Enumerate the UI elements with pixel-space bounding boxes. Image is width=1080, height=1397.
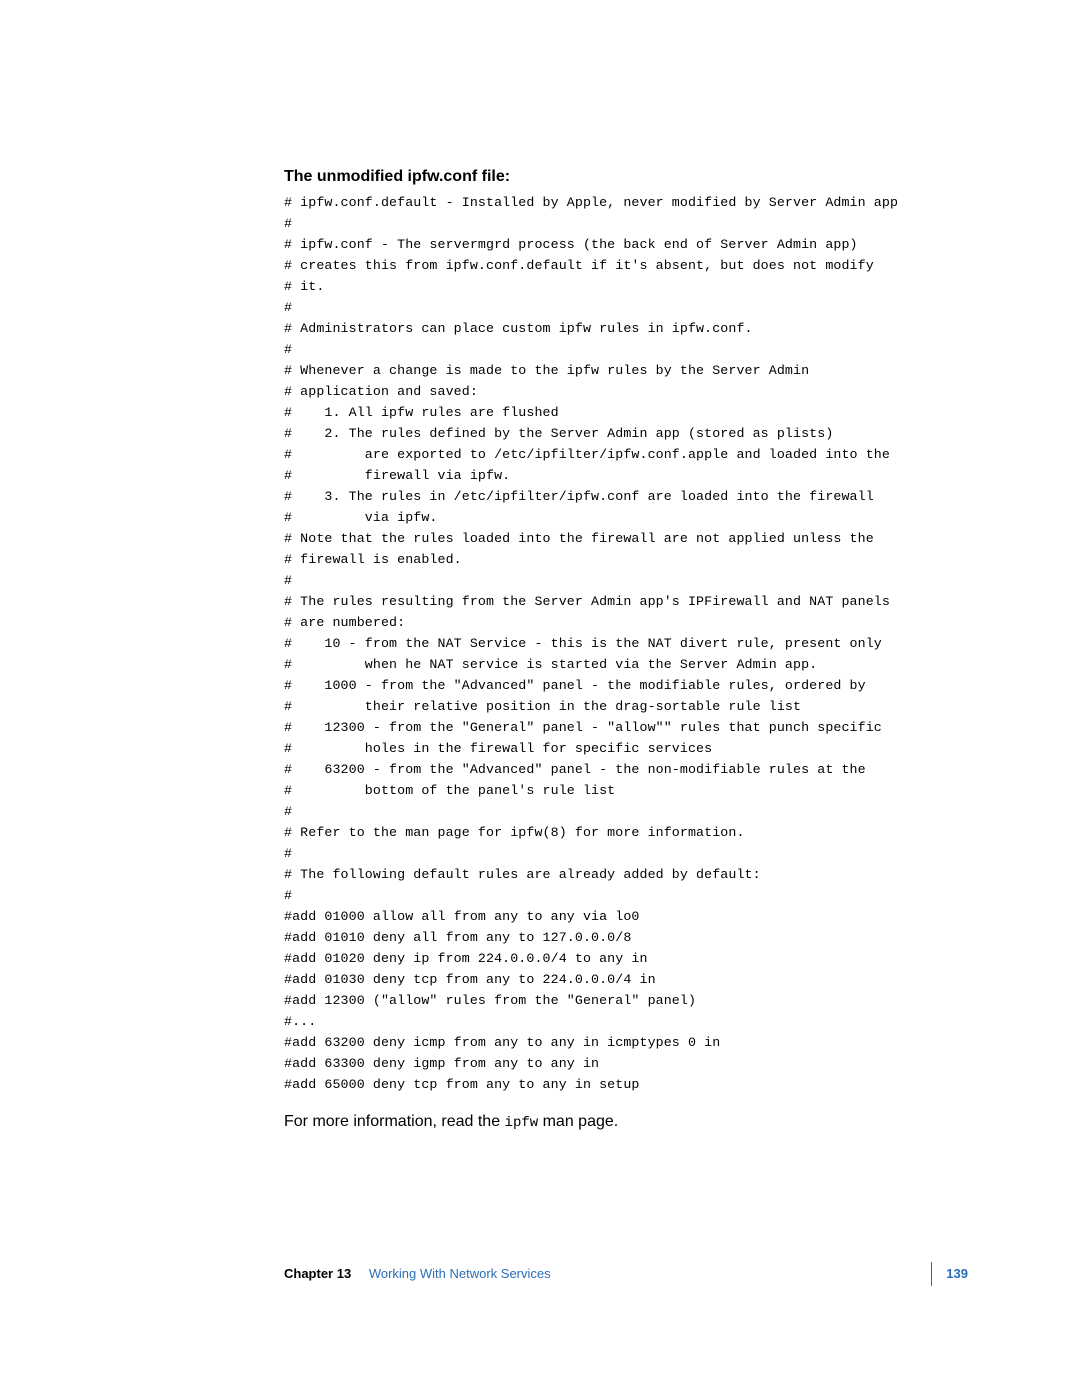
footnote-text-after: man page. <box>538 1113 618 1130</box>
page: The unmodified ipfw.conf file: # ipfw.co… <box>0 0 1080 1397</box>
chapter-label: Chapter 13 <box>284 1266 351 1281</box>
inline-code: ipfw <box>505 1115 539 1131</box>
footnote-paragraph: For more information, read the ipfw man … <box>284 1113 968 1131</box>
page-footer: Chapter 13 Working With Network Services… <box>284 1259 968 1289</box>
section-heading: The unmodified ipfw.conf file: <box>284 168 968 186</box>
footer-divider <box>931 1262 932 1286</box>
footer-left: Chapter 13 Working With Network Services <box>284 1259 551 1289</box>
code-listing: # ipfw.conf.default - Installed by Apple… <box>284 192 968 1095</box>
footnote-text-before: For more information, read the <box>284 1113 505 1130</box>
chapter-title: Working With Network Services <box>369 1266 551 1281</box>
page-number: 139 <box>946 1259 968 1289</box>
